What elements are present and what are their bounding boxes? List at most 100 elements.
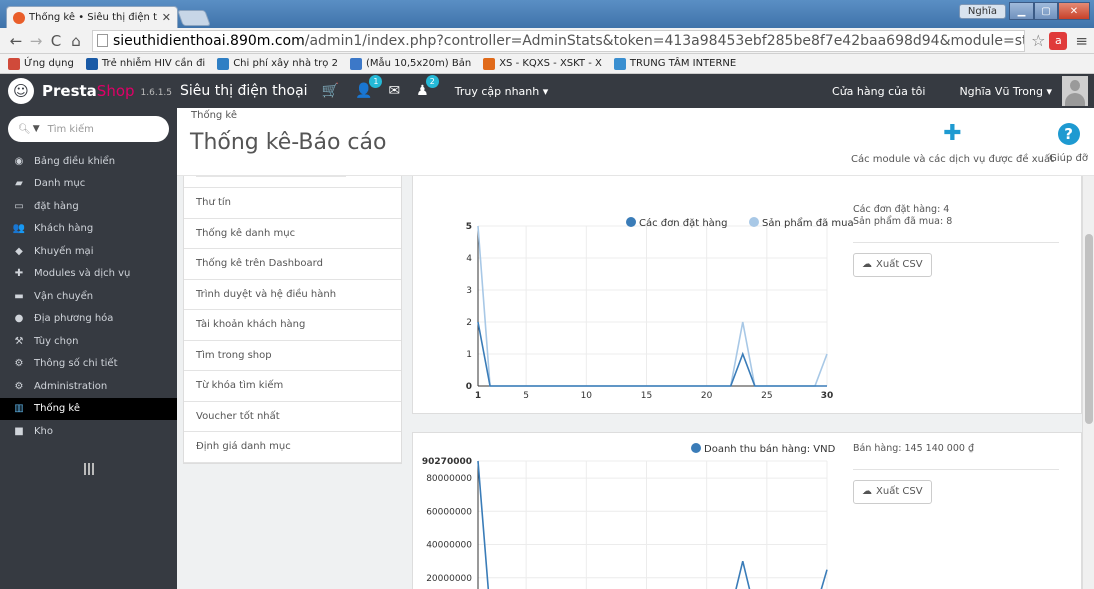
help-label: Giúp đỡ (1049, 153, 1088, 164)
quick-access-dropdown[interactable]: Truy cập nhanh ▾ (455, 85, 549, 98)
bookmark-item[interactable]: XS - KQXS - XSKT - X (483, 57, 602, 70)
sidebar-item-9[interactable]: ⚙ Thông số chi tiết (0, 353, 177, 376)
url-input[interactable]: sieuthidienthoai.890m.com /admin1/index.… (92, 29, 1026, 52)
bookmark-label: Chi phí xây nhà trọ 2 (233, 58, 338, 69)
export-csv-button[interactable]: ☁ Xuất CSV (853, 253, 932, 277)
list-item[interactable]: Thư tín (184, 188, 401, 219)
bookmark-item[interactable]: TRUNG TÂM INTERNE (613, 57, 737, 70)
cloud-download-icon: ☁ (862, 486, 872, 497)
chevron-down-icon[interactable]: ▼ (33, 124, 40, 134)
prestashop-favicon-icon (13, 11, 25, 24)
list-item[interactable]: Tài khoản khách hàng (184, 310, 401, 341)
list-item[interactable]: Tìm trong shop (184, 341, 401, 371)
url-host: sieuthidienthoai.890m.com (113, 32, 305, 49)
bookmark-item[interactable]: Chi phí xây nhà trọ 2 (217, 57, 338, 70)
prestashop-logo-icon[interactable]: ☺ (8, 78, 34, 104)
sidebar-item-10[interactable]: ⚙ Administration (0, 375, 177, 398)
customers-icon[interactable]: 👤 1 (355, 75, 383, 99)
sidebar-item-label: Danh mục (34, 178, 86, 190)
shop-name[interactable]: Siêu thị điện thoại (180, 83, 308, 99)
sidebar-item-5[interactable]: ✚ Modules và dịch vụ (0, 263, 177, 286)
list-item[interactable] (184, 176, 401, 188)
legend-marker (749, 217, 759, 227)
users-icon: 👥 (12, 223, 26, 235)
y-tick-label: 20000000 (426, 574, 472, 584)
y-tick-label: 90270000 (422, 457, 472, 467)
avatar[interactable] (1062, 76, 1088, 106)
orders-chart: 1 5 10 15 20 25 30012345 Các đơn đặt hàng Sản ph… (466, 216, 853, 401)
my-store-link[interactable]: Cửa hàng của tôi (832, 85, 925, 98)
messages-icon[interactable]: ✉ (388, 83, 400, 99)
home-icon[interactable]: ⌂ (66, 32, 86, 50)
y-tick-label: 1 (466, 350, 472, 360)
list-item[interactable]: Định giá danh mục (184, 432, 401, 463)
dashboard-icon: ◉ (14, 155, 24, 167)
brand-logo[interactable]: PrestaShop (42, 82, 135, 100)
list-item[interactable]: Thống kê danh mục (184, 219, 401, 249)
sidebar-item-1[interactable]: ▰ Danh mục (0, 173, 177, 196)
export-csv-button[interactable]: ☁ Xuất CSV (853, 480, 932, 504)
collapse-menu-icon[interactable] (84, 463, 94, 475)
bookmark-favicon-icon (85, 57, 98, 70)
orders-summary: Các đơn đặt hàng: 4 Sản phẩm đã mua: 8 ☁… (853, 204, 1059, 277)
bookmark-star-icon[interactable]: ☆ (1031, 31, 1045, 50)
notifications-badge: 2 (425, 75, 439, 88)
sidebar-item-label: Khuyến mại (34, 245, 94, 257)
sidebar-item-7[interactable]: ● Địa phương hóa (0, 308, 177, 331)
back-icon[interactable]: ← (6, 32, 26, 50)
revenue-chart: 20000000 40000000 60000000 80000000 90270000… (422, 443, 836, 589)
bookmark-item[interactable]: Trẻ nhiễm HIV cần đi (85, 57, 205, 70)
admin-header: ☺ PrestaShop 1.6.1.5 Siêu thị điện thoại… (0, 74, 1094, 108)
browser-tab[interactable]: Thống kê • Siêu thị điện tI ✕ (6, 6, 178, 28)
list-item[interactable]: Thống kê trên Dashboard (184, 249, 401, 280)
x-tick-label: 10 (581, 391, 593, 401)
y-tick-label: 40000000 (426, 541, 472, 551)
list-item[interactable]: Từ khóa tìm kiếm (184, 371, 401, 402)
tag-icon: ◆ (15, 245, 23, 257)
employee-menu[interactable]: Nghĩa Vũ Trong ▾ (959, 85, 1052, 98)
minimize-button[interactable]: ▁ (1009, 2, 1034, 20)
sidebar-item-8[interactable]: ⚒ Tùy chọn (0, 330, 177, 353)
list-item[interactable]: Trình duyệt và hệ điều hành (184, 280, 401, 310)
bar-chart-icon: ▥ (14, 403, 24, 415)
export-csv-label: Xuất CSV (876, 486, 923, 497)
sales-total: Bán hàng: 145 140 000 ₫ (853, 443, 974, 454)
list-item[interactable]: Voucher tốt nhất (184, 402, 401, 432)
forward-icon[interactable]: → (26, 32, 46, 50)
sidebar-item-2[interactable]: ▭ đặt hàng (0, 195, 177, 218)
tab-close-icon[interactable]: ✕ (162, 11, 171, 24)
scrollbar-thumb[interactable] (1085, 234, 1093, 424)
close-window-button[interactable]: ✕ (1058, 2, 1090, 20)
browser-menu-icon[interactable]: ≡ (1075, 32, 1088, 50)
help-button[interactable]: ? Giúp đỡ (1049, 122, 1088, 164)
search-input[interactable]: 🔍︎ ▼ Tìm kiếm (8, 116, 169, 142)
sidebar-item-3[interactable]: 👥 Khách hàng (0, 218, 177, 241)
window-user-label[interactable]: Nghĩa (958, 4, 1006, 19)
maximize-button[interactable]: ▢ (1034, 2, 1058, 20)
sidebar-item-11[interactable]: ▥ Thống kê (0, 397, 177, 420)
bookmark-item[interactable]: Ứng dụng (8, 57, 74, 70)
sidebar-item-label: Địa phương hóa (34, 313, 114, 325)
new-tab-button[interactable] (177, 10, 211, 26)
sidebar-item-0[interactable]: ◉ Bảng điều khiển (0, 150, 177, 173)
bookmark-favicon-icon (217, 57, 230, 70)
notifications-icon[interactable]: ♟ 2 (416, 75, 439, 99)
book-icon: ▰ (15, 178, 23, 190)
page-scrollbar[interactable] (1082, 176, 1094, 589)
sidebar-item-12[interactable]: ■ Kho (0, 420, 177, 443)
bookmark-label: TRUNG TÂM INTERNE (629, 58, 737, 69)
x-tick-label: 30 (821, 391, 834, 401)
y-tick-label: 80000000 (426, 474, 472, 484)
search-icon[interactable]: 🔍︎ (18, 124, 31, 135)
reload-icon[interactable]: C (46, 32, 66, 50)
sidebar-item-4[interactable]: ◆ Khuyến mại (0, 240, 177, 263)
bookmark-item[interactable]: (Mẫu 10,5x20m) Bản (349, 57, 471, 70)
orders-cart-icon[interactable]: 🛒 (322, 83, 339, 99)
sidebar-item-6[interactable]: ▬ Vận chuyển (0, 285, 177, 308)
extension-icon[interactable]: a (1049, 31, 1068, 50)
sidebar-item-label: Thông số chi tiết (34, 358, 118, 370)
recommended-modules-button[interactable]: ✚ Các module và các dịch vụ được đề xuất (851, 122, 1054, 166)
sidebar-menu: ◉ Bảng điều khiển ▰ Danh mục ▭ đặt hàng 👥 Khách… (0, 150, 177, 443)
legend-label: Các đơn đặt hàng (639, 217, 728, 229)
breadcrumb[interactable]: Thống kê (191, 110, 237, 121)
